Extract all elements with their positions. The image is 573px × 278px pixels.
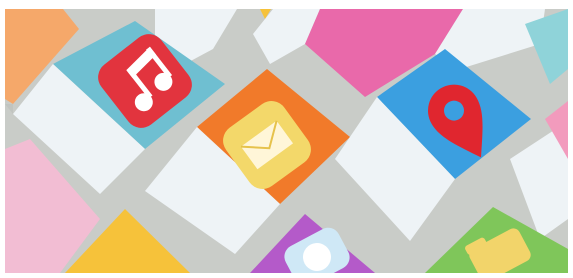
paper-icons-photo xyxy=(5,9,568,273)
photo-frame xyxy=(5,9,568,273)
